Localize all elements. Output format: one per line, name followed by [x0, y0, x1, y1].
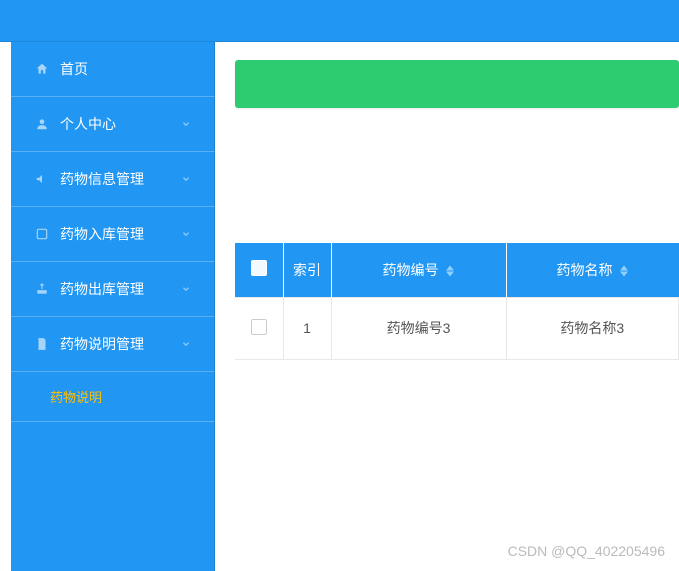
- sidebar-item-home[interactable]: 首页: [0, 42, 215, 97]
- chevron-down-icon: [181, 281, 191, 297]
- table-row[interactable]: 1 药物编号3 药物名称3: [235, 297, 679, 359]
- header-drug-name[interactable]: 药物名称: [506, 243, 679, 297]
- sidebar-item-drug-inbound[interactable]: 药物入库管理: [0, 207, 215, 262]
- chevron-down-icon: [181, 336, 191, 352]
- inbox-icon: [34, 226, 50, 242]
- data-table: 索引 药物编号 药物名称: [235, 243, 679, 360]
- top-bar: [0, 0, 679, 42]
- header-select-all[interactable]: [235, 243, 283, 297]
- sort-icon[interactable]: [620, 265, 628, 277]
- chevron-down-icon: [181, 116, 191, 132]
- sidebar-item-drug-outbound[interactable]: 药物出库管理: [0, 262, 215, 317]
- sidebar-subitem-label: 药物说明: [50, 387, 102, 406]
- data-table-container: 索引 药物编号 药物名称: [235, 243, 679, 360]
- row-select-cell[interactable]: [235, 297, 283, 359]
- user-icon: [34, 116, 50, 132]
- sidebar-item-label: 药物信息管理: [60, 169, 144, 189]
- doc-icon: [34, 336, 50, 352]
- header-label: 药物编号: [383, 262, 439, 278]
- sidebar-item-label: 药物入库管理: [60, 224, 144, 244]
- chevron-down-icon: [181, 171, 191, 187]
- cell-drug-code: 药物编号3: [331, 297, 506, 359]
- sidebar-item-drug-instructions[interactable]: 药物说明管理: [0, 317, 215, 372]
- cell-index: 1: [283, 297, 331, 359]
- sidebar-item-label: 个人中心: [60, 114, 116, 134]
- row-checkbox[interactable]: [251, 319, 267, 335]
- sidebar-item-label: 药物出库管理: [60, 279, 144, 299]
- sidebar-subitem-drug-instruction[interactable]: 药物说明: [0, 372, 215, 422]
- cell-drug-name: 药物名称3: [506, 297, 679, 359]
- megaphone-icon: [34, 171, 50, 187]
- header-label: 索引: [293, 262, 321, 278]
- notice-banner: [235, 60, 679, 108]
- sort-icon[interactable]: [446, 265, 454, 277]
- sidebar-item-label: 药物说明管理: [60, 334, 144, 354]
- outbox-icon: [34, 281, 50, 297]
- sidebar-item-drug-info[interactable]: 药物信息管理: [0, 152, 215, 207]
- sidebar: 首页 个人中心 药物信息管理 药物入库管理: [0, 42, 215, 571]
- sidebar-item-profile[interactable]: 个人中心: [0, 97, 215, 152]
- main-content: 索引 药物编号 药物名称: [215, 42, 679, 571]
- chevron-down-icon: [181, 226, 191, 242]
- select-all-checkbox[interactable]: [251, 260, 267, 276]
- header-index[interactable]: 索引: [283, 243, 331, 297]
- header-drug-code[interactable]: 药物编号: [331, 243, 506, 297]
- sidebar-item-label: 首页: [60, 59, 88, 79]
- table-header-row: 索引 药物编号 药物名称: [235, 243, 679, 297]
- header-label: 药物名称: [557, 262, 613, 278]
- home-icon: [34, 61, 50, 77]
